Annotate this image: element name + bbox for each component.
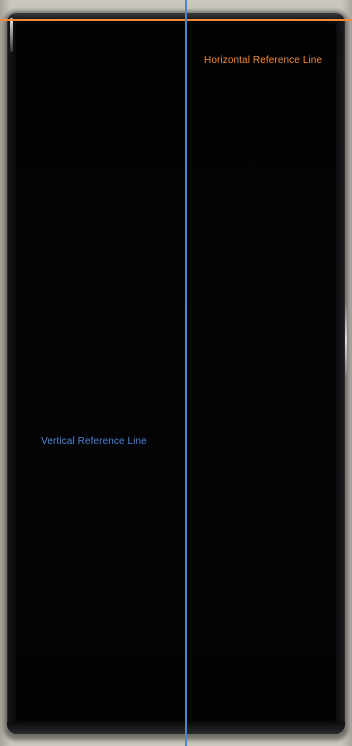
right-glare-highlight bbox=[345, 305, 347, 375]
phone-screen bbox=[15, 23, 337, 722]
horizontal-reference-label: Horizontal Reference Line bbox=[204, 55, 323, 66]
vertical-reference-line bbox=[185, 0, 187, 746]
vertical-reference-label: Vertical Reference Line bbox=[41, 436, 147, 447]
horizontal-reference-line bbox=[0, 19, 352, 21]
phone-bottom-edge bbox=[7, 722, 345, 734]
left-glare-highlight bbox=[10, 18, 13, 52]
phone-device bbox=[7, 13, 345, 734]
